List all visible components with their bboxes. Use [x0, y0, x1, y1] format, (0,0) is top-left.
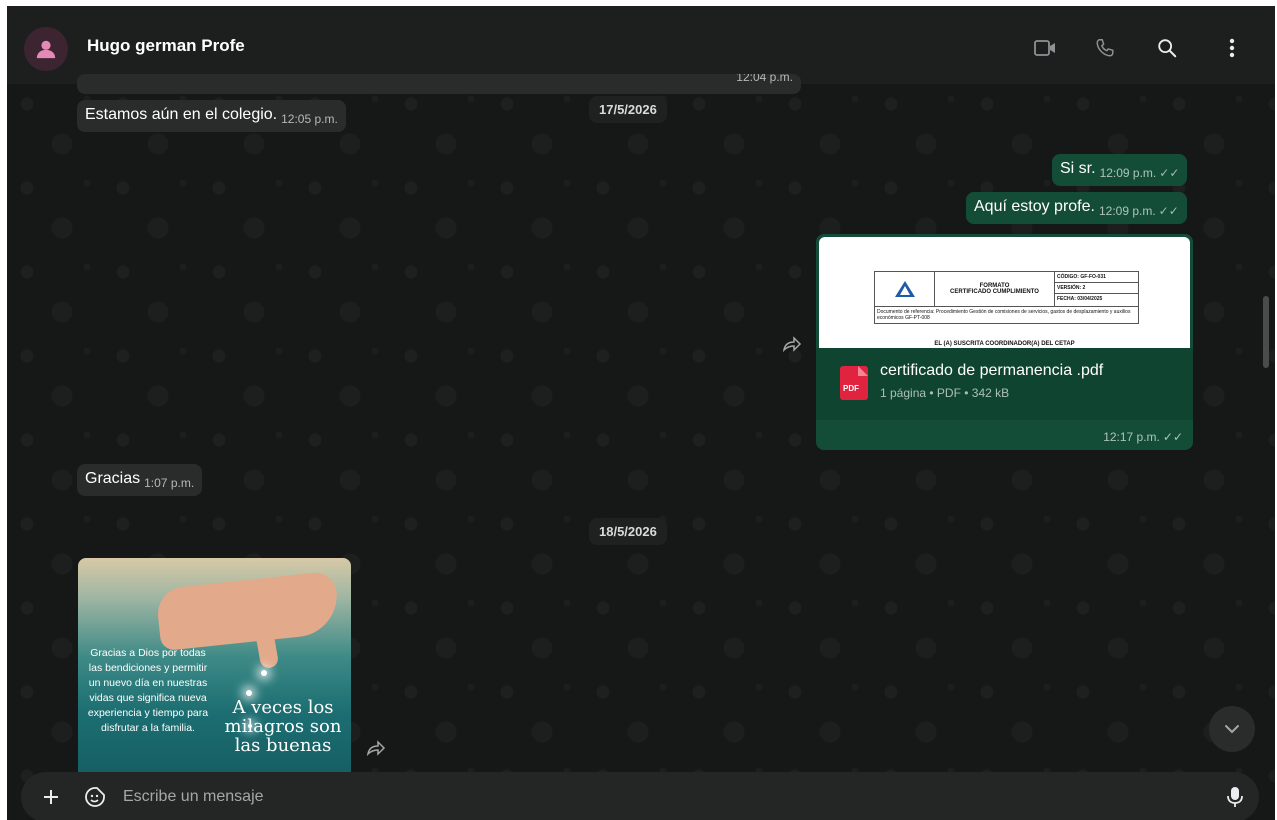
read-ticks-icon: ✓✓ — [1158, 204, 1179, 218]
forward-icon[interactable] — [782, 336, 802, 353]
menu-icon[interactable] — [1220, 36, 1244, 60]
sticker-emoji-icon[interactable] — [83, 785, 107, 809]
person-icon — [36, 40, 56, 59]
document-title-line: CERTIFICADO CUMPLIMIENTO — [950, 289, 1039, 295]
document-preview-table: FORMATO CERTIFICADO CUMPLIMIENTO CÓDIGO:… — [874, 271, 1139, 324]
hand-illustration — [155, 570, 341, 652]
document-filename: certificado de permanencia .pdf — [880, 362, 1104, 379]
message-time: 12:09 p.m. — [1098, 204, 1156, 218]
search-icon[interactable] — [1155, 36, 1179, 60]
document-date: FECHA: 03/04/2025 — [1057, 296, 1103, 302]
message-time: 12:05 p.m. — [281, 112, 338, 126]
message-text: Aquí estoy profe. — [974, 198, 1095, 215]
document-version: VERSIÓN: 2 — [1055, 283, 1138, 294]
image-caption-right: A veces los milagros son las buenas — [224, 697, 342, 756]
document-preview[interactable]: FORMATO CERTIFICADO CUMPLIMIENTO CÓDIGO:… — [819, 237, 1190, 348]
message-text: Gracias — [85, 470, 141, 487]
chevron-down-icon — [1225, 725, 1239, 734]
document-code: CÓDIGO: GF-FO-031 — [1055, 272, 1138, 283]
microphone-icon[interactable] — [1225, 785, 1245, 809]
document-reference: Documento de referencia: Procedimiento G… — [875, 306, 1138, 323]
read-ticks-icon: ✓✓ — [1162, 430, 1183, 444]
attach-plus-icon[interactable] — [41, 787, 61, 807]
scroll-to-bottom-button[interactable] — [1209, 706, 1255, 752]
chat-header: Hugo german Profe — [7, 6, 1275, 84]
document-message[interactable]: FORMATO CERTIFICADO CUMPLIMIENTO CÓDIGO:… — [816, 234, 1193, 450]
document-meta: 1 página • PDF • 342 kB — [880, 386, 1010, 400]
voice-call-icon[interactable] — [1093, 36, 1117, 60]
message-composer — [21, 772, 1259, 820]
message-text: Si sr. — [1060, 160, 1096, 177]
institution-logo-icon — [875, 272, 935, 306]
message-time: 12:04 p.m. — [736, 74, 793, 84]
date-divider: 18/5/2026 — [589, 518, 667, 545]
message-text: Estamos aún en el colegio. — [85, 106, 278, 123]
message-bubble-partial: 12:04 p.m. — [77, 74, 801, 94]
date-divider: 17/5/2026 — [589, 96, 667, 123]
document-info[interactable]: PDF certificado de permanencia .pdf 1 pá… — [816, 348, 1193, 420]
avatar[interactable] — [24, 27, 68, 71]
message-bubble-outgoing: Si sr. 12:09 p.m. ✓✓ — [1052, 154, 1188, 186]
scrollbar[interactable] — [1263, 296, 1269, 368]
image-caption-left: Gracias a Dios por todas las bendiciones… — [87, 647, 209, 734]
message-time: 1:07 p.m. — [144, 476, 195, 490]
pdf-file-icon: PDF — [840, 366, 868, 400]
message-bubble-incoming: Estamos aún en el colegio. 12:05 p.m. — [77, 100, 346, 132]
message-input[interactable] — [123, 788, 1123, 806]
message-bubble-incoming: Gracias 1:07 p.m. — [77, 464, 203, 496]
message-time: 12:09 p.m. — [1099, 166, 1157, 180]
chat-window: Hugo german Profe 12:04 p.m. 17/5/2026 E… — [7, 6, 1275, 820]
contact-name[interactable]: Hugo german Profe — [87, 36, 245, 56]
forward-icon[interactable] — [366, 740, 386, 757]
document-heading: EL (A) SUSCRITA COORDINADOR(A) DEL CETAP — [934, 341, 1075, 347]
read-ticks-icon: ✓✓ — [1159, 166, 1180, 180]
image-message[interactable]: Gracias a Dios por todas las bendiciones… — [78, 558, 351, 778]
message-bubble-outgoing: Aquí estoy profe. 12:09 p.m. ✓✓ — [966, 192, 1187, 224]
message-time: 12:17 p.m. ✓✓ — [1103, 430, 1183, 444]
video-call-icon[interactable] — [1033, 36, 1057, 60]
